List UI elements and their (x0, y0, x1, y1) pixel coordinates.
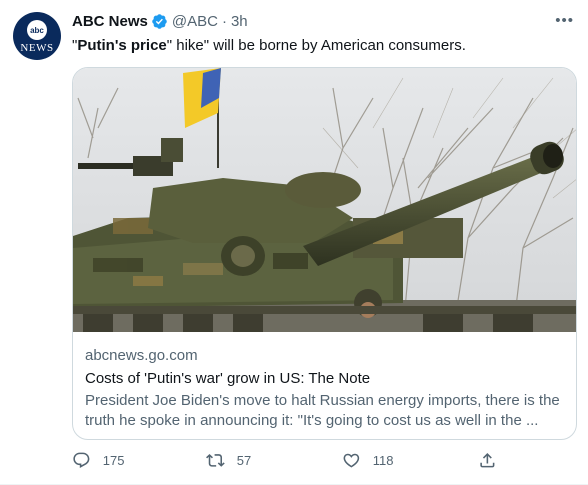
card-title: Costs of 'Putin's war' grow in US: The N… (85, 370, 371, 387)
card-meta: abcnews.go.com Costs of 'Putin's war' gr… (85, 346, 564, 431)
abc-logo-news-text: NEWS (20, 42, 54, 54)
reply-icon (73, 452, 90, 468)
tank-photo (73, 68, 576, 332)
tweet-header: ABC News @ABC · 3h (72, 11, 248, 31)
like-icon (343, 453, 360, 468)
share-button[interactable] (478, 451, 509, 470)
retweet-icon (206, 454, 225, 467)
tweet-timestamp[interactable]: 3h (231, 13, 248, 30)
more-icon[interactable]: ••• (555, 12, 574, 29)
card-image[interactable] (73, 68, 576, 332)
like-button[interactable]: 118 (342, 451, 393, 470)
reply-button[interactable]: 175 (72, 451, 124, 470)
tweet-actions: 175 57 118 (72, 451, 512, 475)
header-separator: · (221, 12, 227, 30)
tweet-text: "Putin's price" hike" will be borne by A… (72, 36, 466, 56)
retweet-button[interactable]: 57 (206, 451, 251, 470)
author-name[interactable]: ABC News (72, 13, 148, 30)
tweet-text-bold: Putin's price (77, 37, 167, 54)
like-count: 118 (372, 452, 394, 468)
share-icon (480, 453, 495, 468)
abc-logo-circle: abc (27, 20, 47, 40)
link-card[interactable]: abcnews.go.com Costs of 'Putin's war' gr… (72, 67, 577, 440)
avatar[interactable]: abc NEWS (13, 12, 61, 60)
verified-badge-icon (151, 13, 168, 30)
retweet-count: 57 (236, 452, 252, 468)
card-description: President Joe Biden's move to halt Russi… (85, 391, 564, 431)
tweet-text-rest: " hike" will be borne by American consum… (166, 37, 466, 54)
card-description-line1: President Joe Biden's move to halt Russi… (85, 392, 560, 409)
card-description-line2: truth he spoke in announcing it: "It's g… (85, 412, 539, 429)
tweet[interactable]: abc NEWS ABC News @ABC · 3h ••• "Putin's… (0, 0, 588, 485)
card-domain: abcnews.go.com (85, 347, 198, 364)
reply-count: 175 (102, 452, 125, 468)
author-handle[interactable]: @ABC (172, 13, 218, 30)
